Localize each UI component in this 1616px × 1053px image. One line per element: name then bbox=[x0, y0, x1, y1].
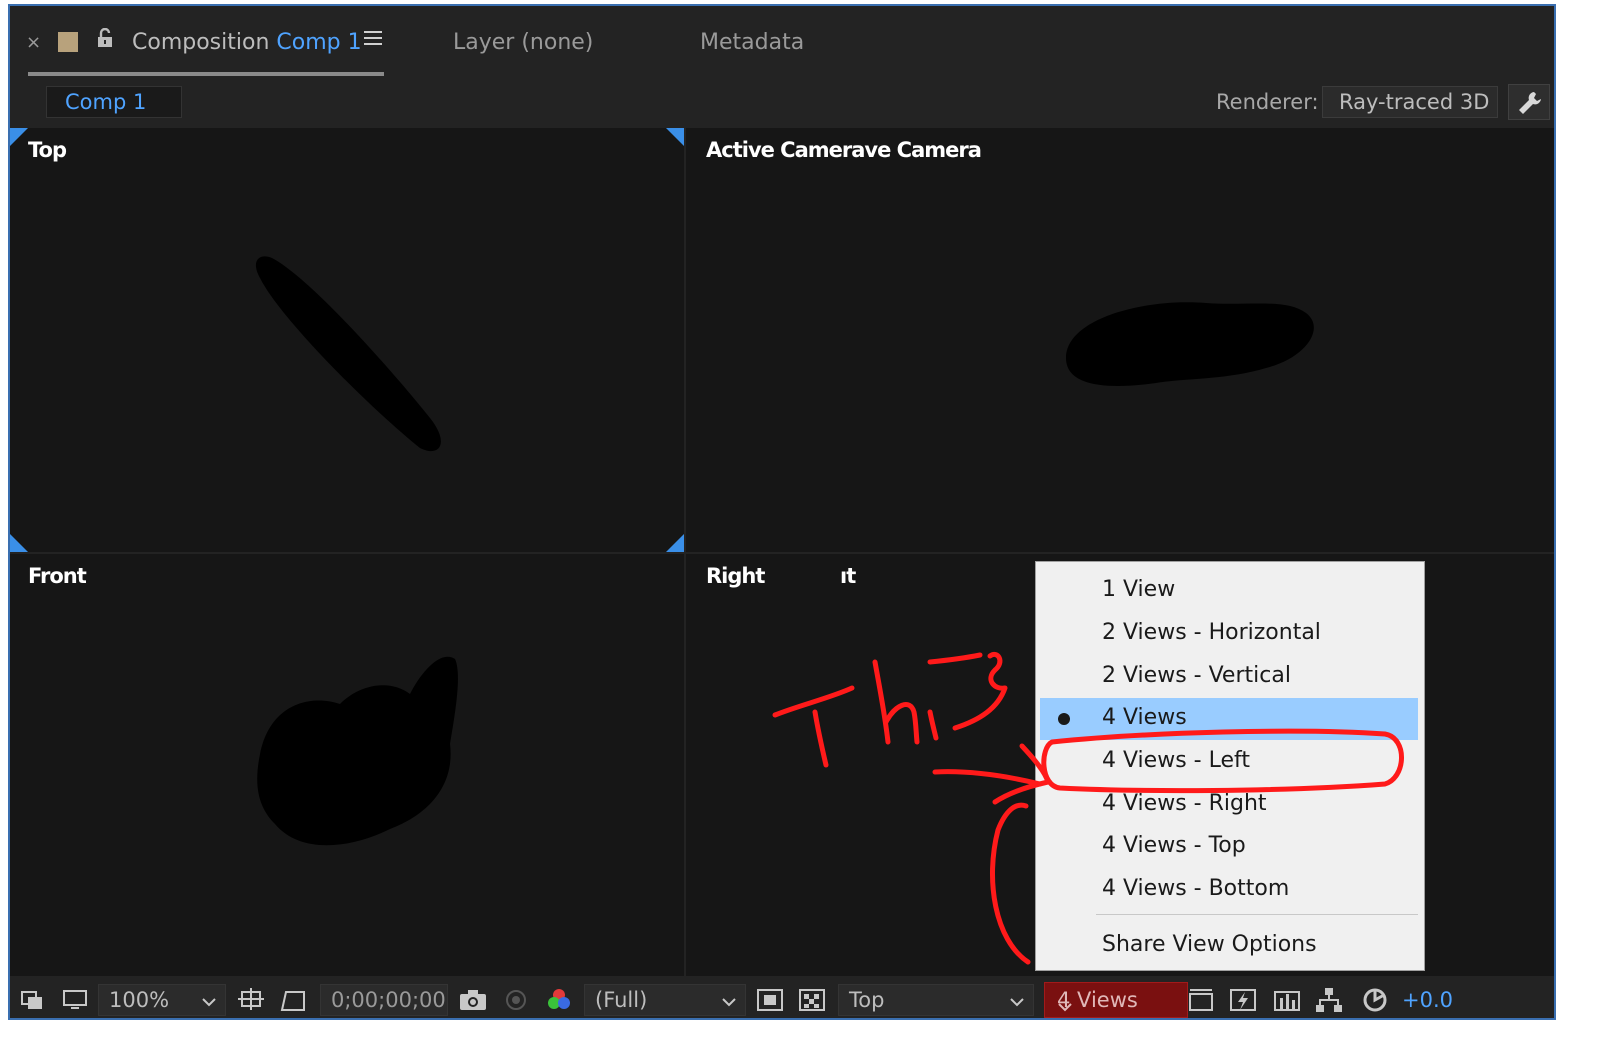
comp-breadcrumb-label: Comp 1 bbox=[65, 90, 147, 114]
menu-item-label: 4 Views bbox=[1102, 705, 1187, 730]
renderer-value: Ray-traced 3D bbox=[1339, 90, 1490, 114]
renderer-button[interactable]: Ray-traced 3D bbox=[1322, 86, 1498, 118]
menu-item-label: 4 Views - Left bbox=[1102, 748, 1250, 773]
chevron-down-icon bbox=[201, 993, 217, 1012]
menu-item-label: 4 Views - Right bbox=[1102, 791, 1267, 816]
viewer-label-right: Right bbox=[706, 564, 765, 588]
menu-item-2-views-vertical[interactable]: 2 Views - Vertical bbox=[1040, 656, 1418, 698]
tab-layer[interactable]: Layer (none) bbox=[453, 30, 593, 55]
fast-preview-icon[interactable] bbox=[756, 978, 784, 1018]
always-preview-icon[interactable] bbox=[20, 978, 46, 1018]
toggle-pixel-aspect-icon[interactable] bbox=[1186, 978, 1216, 1018]
tab-composition-name: Comp 1 bbox=[276, 30, 362, 55]
viewer-active-camera[interactable]: Active Camerave Camera bbox=[686, 128, 1554, 552]
scribble-redaction bbox=[255, 256, 441, 452]
renderer-label: Renderer: bbox=[1216, 90, 1319, 114]
menu-separator bbox=[1096, 914, 1418, 915]
menu-item-4-views-top[interactable]: 4 Views - Top bbox=[1040, 826, 1418, 868]
menu-item-label: 1 View bbox=[1102, 577, 1176, 602]
resolution-value: (Full) bbox=[595, 988, 648, 1012]
tab-composition[interactable]: Composition Comp 1 bbox=[132, 30, 362, 55]
viewer-top[interactable]: Top bbox=[10, 128, 684, 552]
3d-view-select[interactable]: Top bbox=[838, 984, 1034, 1016]
renderer-options-button[interactable] bbox=[1508, 84, 1550, 120]
scribble-redaction bbox=[257, 656, 458, 846]
viewer-toolbar: 100% 0;00;00;00 (Full) Top 4 Views +0.0 bbox=[10, 978, 1554, 1018]
panel-menu-icon[interactable] bbox=[364, 28, 382, 53]
show-snapshot-icon[interactable] bbox=[502, 978, 530, 1018]
chevron-down-icon bbox=[1009, 993, 1025, 1012]
viewer-label-right-partial: ıt bbox=[840, 564, 856, 588]
selected-bullet-icon bbox=[1058, 713, 1070, 725]
menu-item-label: 2 Views - Horizontal bbox=[1102, 620, 1321, 645]
zoom-select[interactable]: 100% bbox=[98, 984, 226, 1016]
panel-tab-bar: × Composition Comp 1 Layer (none) Metada… bbox=[10, 6, 1554, 78]
active-tab-indicator bbox=[28, 72, 384, 76]
close-tab-icon[interactable]: × bbox=[26, 32, 41, 53]
view-layout-select[interactable]: 4 Views bbox=[1044, 982, 1188, 1018]
color-channels-icon[interactable] bbox=[544, 978, 574, 1018]
timeline-icon[interactable] bbox=[1272, 978, 1302, 1018]
menu-item-label: 4 Views - Top bbox=[1102, 833, 1246, 858]
transparency-grid-icon[interactable] bbox=[278, 978, 308, 1018]
exposure-value[interactable]: +0.0 bbox=[1402, 978, 1453, 1018]
menu-item-2-views-horizontal[interactable]: 2 Views - Horizontal bbox=[1040, 613, 1418, 655]
menu-item-share-view-options[interactable]: Share View Options bbox=[1040, 925, 1418, 967]
fast-previews-icon[interactable] bbox=[1228, 978, 1258, 1018]
viewer-front[interactable]: Front bbox=[10, 554, 684, 976]
timecode-display[interactable]: 0;00;00;00 bbox=[320, 984, 448, 1016]
timecode-value: 0;00;00;00 bbox=[331, 988, 446, 1012]
resolution-select[interactable]: (Full) bbox=[584, 984, 746, 1016]
zoom-value: 100% bbox=[109, 988, 170, 1012]
lock-icon[interactable] bbox=[96, 27, 114, 53]
comp-breadcrumb[interactable]: Comp 1 bbox=[46, 86, 182, 118]
menu-item-4-views[interactable]: 4 Views bbox=[1040, 698, 1418, 740]
tab-metadata[interactable]: Metadata bbox=[700, 30, 804, 55]
menu-item-4-views-right[interactable]: 4 Views - Right bbox=[1040, 784, 1418, 826]
menu-item-label: 4 Views - Bottom bbox=[1102, 876, 1290, 901]
scribble-redaction bbox=[1066, 302, 1314, 387]
label-color-swatch[interactable] bbox=[58, 32, 78, 52]
flowchart-icon[interactable] bbox=[1314, 978, 1344, 1018]
region-of-interest-icon[interactable] bbox=[236, 978, 266, 1018]
menu-item-4-views-bottom[interactable]: 4 Views - Bottom bbox=[1040, 869, 1418, 911]
monitor-icon[interactable] bbox=[62, 978, 88, 1018]
tab-composition-prefix: Composition bbox=[132, 30, 277, 55]
menu-item-1-view[interactable]: 1 View bbox=[1040, 570, 1418, 612]
checkerboard-icon[interactable] bbox=[798, 978, 826, 1018]
chevron-down-icon bbox=[1057, 994, 1179, 1018]
camera-snapshot-icon[interactable] bbox=[458, 978, 488, 1018]
menu-item-label: 2 Views - Vertical bbox=[1102, 663, 1291, 688]
chevron-down-icon bbox=[721, 993, 737, 1012]
view-layout-menu: 1 View 2 Views - Horizontal 2 Views - Ve… bbox=[1035, 561, 1425, 971]
menu-item-label: Share View Options bbox=[1102, 932, 1317, 957]
3d-view-value: Top bbox=[849, 988, 885, 1012]
wrench-icon bbox=[1516, 89, 1544, 121]
reset-exposure-icon[interactable] bbox=[1360, 978, 1390, 1018]
menu-item-4-views-left[interactable]: 4 Views - Left bbox=[1040, 741, 1418, 783]
